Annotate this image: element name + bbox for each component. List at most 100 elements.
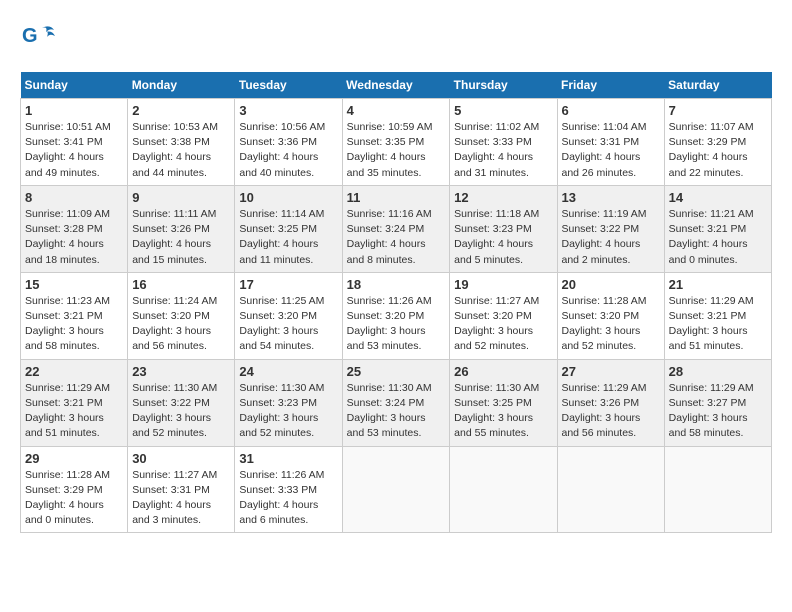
day-number: 21	[669, 277, 767, 292]
day-number: 13	[562, 190, 660, 205]
calendar-day-cell: 18 Sunrise: 11:26 AMSunset: 3:20 PMDayli…	[342, 272, 450, 359]
calendar-day-cell: 19 Sunrise: 11:27 AMSunset: 3:20 PMDayli…	[450, 272, 557, 359]
day-info: Sunrise: 11:23 AMSunset: 3:21 PMDaylight…	[25, 295, 110, 353]
day-number: 25	[347, 364, 446, 379]
day-number: 18	[347, 277, 446, 292]
calendar-empty-cell	[450, 446, 557, 533]
day-info: Sunrise: 11:30 AMSunset: 3:23 PMDaylight…	[239, 382, 324, 440]
logo: G	[20, 20, 58, 56]
day-info: Sunrise: 11:27 AMSunset: 3:31 PMDaylight…	[132, 469, 217, 527]
day-info: Sunrise: 11:26 AMSunset: 3:33 PMDaylight…	[239, 469, 324, 527]
day-number: 27	[562, 364, 660, 379]
page-header: G	[20, 20, 772, 56]
calendar-day-cell: 14 Sunrise: 11:21 AMSunset: 3:21 PMDayli…	[664, 185, 771, 272]
day-number: 28	[669, 364, 767, 379]
day-info: Sunrise: 11:30 AMSunset: 3:25 PMDaylight…	[454, 382, 539, 440]
day-number: 4	[347, 103, 446, 118]
calendar-day-cell: 9 Sunrise: 11:11 AMSunset: 3:26 PMDaylig…	[128, 185, 235, 272]
calendar-day-cell: 21 Sunrise: 11:29 AMSunset: 3:21 PMDayli…	[664, 272, 771, 359]
calendar-day-cell: 12 Sunrise: 11:18 AMSunset: 3:23 PMDayli…	[450, 185, 557, 272]
day-info: Sunrise: 10:51 AMSunset: 3:41 PMDaylight…	[25, 121, 111, 179]
calendar-week-1: 1 Sunrise: 10:51 AMSunset: 3:41 PMDaylig…	[21, 99, 772, 186]
calendar-day-cell: 23 Sunrise: 11:30 AMSunset: 3:22 PMDayli…	[128, 359, 235, 446]
day-info: Sunrise: 11:29 AMSunset: 3:27 PMDaylight…	[669, 382, 754, 440]
logo-icon: G	[20, 20, 56, 56]
day-number: 8	[25, 190, 123, 205]
day-info: Sunrise: 11:21 AMSunset: 3:21 PMDaylight…	[669, 208, 754, 266]
svg-text:G: G	[22, 25, 38, 47]
day-number: 17	[239, 277, 337, 292]
day-info: Sunrise: 11:14 AMSunset: 3:25 PMDaylight…	[239, 208, 324, 266]
day-info: Sunrise: 11:29 AMSunset: 3:21 PMDaylight…	[669, 295, 754, 353]
calendar-day-cell: 7 Sunrise: 11:07 AMSunset: 3:29 PMDaylig…	[664, 99, 771, 186]
weekday-header-thursday: Thursday	[450, 72, 557, 99]
day-number: 15	[25, 277, 123, 292]
day-number: 10	[239, 190, 337, 205]
day-number: 11	[347, 190, 446, 205]
day-number: 20	[562, 277, 660, 292]
day-number: 9	[132, 190, 230, 205]
weekday-header-wednesday: Wednesday	[342, 72, 450, 99]
calendar-day-cell: 8 Sunrise: 11:09 AMSunset: 3:28 PMDaylig…	[21, 185, 128, 272]
calendar-table: SundayMondayTuesdayWednesdayThursdayFrid…	[20, 72, 772, 533]
day-number: 14	[669, 190, 767, 205]
calendar-day-cell: 20 Sunrise: 11:28 AMSunset: 3:20 PMDayli…	[557, 272, 664, 359]
day-info: Sunrise: 11:02 AMSunset: 3:33 PMDaylight…	[454, 121, 539, 179]
day-info: Sunrise: 11:28 AMSunset: 3:29 PMDaylight…	[25, 469, 110, 527]
weekday-header-friday: Friday	[557, 72, 664, 99]
day-info: Sunrise: 11:29 AMSunset: 3:26 PMDaylight…	[562, 382, 647, 440]
calendar-day-cell: 13 Sunrise: 11:19 AMSunset: 3:22 PMDayli…	[557, 185, 664, 272]
day-number: 6	[562, 103, 660, 118]
calendar-week-5: 29 Sunrise: 11:28 AMSunset: 3:29 PMDayli…	[21, 446, 772, 533]
calendar-week-4: 22 Sunrise: 11:29 AMSunset: 3:21 PMDayli…	[21, 359, 772, 446]
calendar-empty-cell	[342, 446, 450, 533]
calendar-day-cell: 17 Sunrise: 11:25 AMSunset: 3:20 PMDayli…	[235, 272, 342, 359]
day-info: Sunrise: 11:30 AMSunset: 3:22 PMDaylight…	[132, 382, 217, 440]
calendar-week-2: 8 Sunrise: 11:09 AMSunset: 3:28 PMDaylig…	[21, 185, 772, 272]
day-number: 31	[239, 451, 337, 466]
calendar-day-cell: 16 Sunrise: 11:24 AMSunset: 3:20 PMDayli…	[128, 272, 235, 359]
calendar-day-cell: 28 Sunrise: 11:29 AMSunset: 3:27 PMDayli…	[664, 359, 771, 446]
weekday-header-monday: Monday	[128, 72, 235, 99]
calendar-day-cell: 1 Sunrise: 10:51 AMSunset: 3:41 PMDaylig…	[21, 99, 128, 186]
day-info: Sunrise: 11:28 AMSunset: 3:20 PMDaylight…	[562, 295, 647, 353]
calendar-day-cell: 5 Sunrise: 11:02 AMSunset: 3:33 PMDaylig…	[450, 99, 557, 186]
day-info: Sunrise: 11:04 AMSunset: 3:31 PMDaylight…	[562, 121, 647, 179]
day-number: 22	[25, 364, 123, 379]
day-number: 30	[132, 451, 230, 466]
weekday-header-saturday: Saturday	[664, 72, 771, 99]
day-number: 29	[25, 451, 123, 466]
calendar-day-cell: 2 Sunrise: 10:53 AMSunset: 3:38 PMDaylig…	[128, 99, 235, 186]
calendar-body: 1 Sunrise: 10:51 AMSunset: 3:41 PMDaylig…	[21, 99, 772, 533]
calendar-empty-cell	[557, 446, 664, 533]
day-info: Sunrise: 11:09 AMSunset: 3:28 PMDaylight…	[25, 208, 110, 266]
day-number: 24	[239, 364, 337, 379]
calendar-day-cell: 22 Sunrise: 11:29 AMSunset: 3:21 PMDayli…	[21, 359, 128, 446]
day-info: Sunrise: 10:56 AMSunset: 3:36 PMDaylight…	[239, 121, 325, 179]
day-number: 19	[454, 277, 552, 292]
day-number: 2	[132, 103, 230, 118]
day-info: Sunrise: 11:27 AMSunset: 3:20 PMDaylight…	[454, 295, 539, 353]
day-info: Sunrise: 10:59 AMSunset: 3:35 PMDaylight…	[347, 121, 433, 179]
day-number: 3	[239, 103, 337, 118]
calendar-day-cell: 30 Sunrise: 11:27 AMSunset: 3:31 PMDayli…	[128, 446, 235, 533]
calendar-day-cell: 31 Sunrise: 11:26 AMSunset: 3:33 PMDayli…	[235, 446, 342, 533]
day-info: Sunrise: 11:29 AMSunset: 3:21 PMDaylight…	[25, 382, 110, 440]
day-info: Sunrise: 11:07 AMSunset: 3:29 PMDaylight…	[669, 121, 754, 179]
calendar-day-cell: 10 Sunrise: 11:14 AMSunset: 3:25 PMDayli…	[235, 185, 342, 272]
calendar-day-cell: 15 Sunrise: 11:23 AMSunset: 3:21 PMDayli…	[21, 272, 128, 359]
calendar-day-cell: 11 Sunrise: 11:16 AMSunset: 3:24 PMDayli…	[342, 185, 450, 272]
day-info: Sunrise: 11:11 AMSunset: 3:26 PMDaylight…	[132, 208, 216, 266]
day-number: 1	[25, 103, 123, 118]
calendar-day-cell: 3 Sunrise: 10:56 AMSunset: 3:36 PMDaylig…	[235, 99, 342, 186]
calendar-day-cell: 4 Sunrise: 10:59 AMSunset: 3:35 PMDaylig…	[342, 99, 450, 186]
calendar-week-3: 15 Sunrise: 11:23 AMSunset: 3:21 PMDayli…	[21, 272, 772, 359]
day-info: Sunrise: 11:25 AMSunset: 3:20 PMDaylight…	[239, 295, 324, 353]
calendar-day-cell: 26 Sunrise: 11:30 AMSunset: 3:25 PMDayli…	[450, 359, 557, 446]
calendar-day-cell: 24 Sunrise: 11:30 AMSunset: 3:23 PMDayli…	[235, 359, 342, 446]
calendar-day-cell: 25 Sunrise: 11:30 AMSunset: 3:24 PMDayli…	[342, 359, 450, 446]
calendar-day-cell: 6 Sunrise: 11:04 AMSunset: 3:31 PMDaylig…	[557, 99, 664, 186]
day-number: 5	[454, 103, 552, 118]
calendar-empty-cell	[664, 446, 771, 533]
weekday-header-sunday: Sunday	[21, 72, 128, 99]
